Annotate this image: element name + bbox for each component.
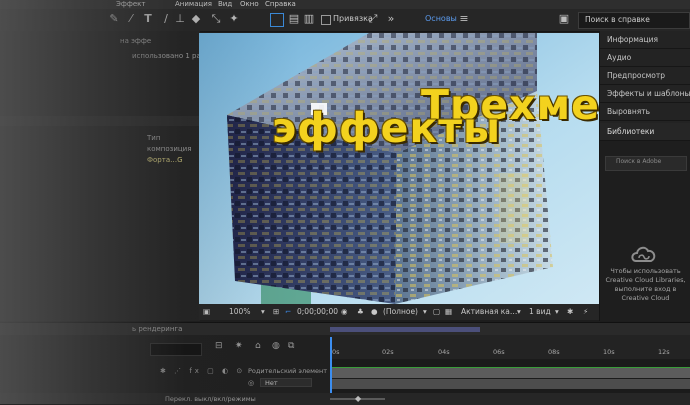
timeline-panel: ь рендеринга ⊟ ✷ ⌂ ◍ ⧉ ✱ ⋰ fx ▢ ◐ ⊙ Роди…: [0, 322, 690, 405]
tick-label: 02s: [382, 348, 394, 356]
workspace-menu-icon[interactable]: ≡: [458, 13, 470, 25]
minimize-icon[interactable]: ⊟: [215, 341, 223, 351]
layer-duration-bar[interactable]: [330, 367, 690, 378]
grid-icon[interactable]: ⊞: [273, 307, 279, 316]
tick-label: 12s: [658, 348, 670, 356]
toolbar: ✎ ⁄ T ∕ ⊥ ◆ ⤡ ✦ ▤ ▥ Привязка ⤢ » Основы …: [0, 9, 690, 32]
expand-icon[interactable]: »: [385, 13, 397, 25]
show-snapshot-icon[interactable]: ♣: [357, 307, 364, 316]
parent-pickwhip-icon[interactable]: ◎: [248, 379, 254, 387]
parent-dropdown-value: Нет: [265, 379, 278, 387]
axis-world-icon[interactable]: ▤: [288, 13, 300, 25]
views-chevron-icon[interactable]: ▾: [555, 307, 559, 316]
timecode-display[interactable]: 0;00;00;00: [297, 307, 338, 316]
layer-switches[interactable]: ✱ ⋰ fx ▢ ◐ ⊙: [160, 367, 245, 375]
tick-label: 04s: [438, 348, 450, 356]
zoom-dropdown[interactable]: 100%: [229, 307, 250, 316]
clone-stamp-icon[interactable]: ⊥: [174, 13, 186, 25]
help-search-placeholder: Поиск в справке: [585, 15, 650, 24]
tick-label: 10s: [603, 348, 615, 356]
brush-tool-icon[interactable]: ⁄: [125, 13, 137, 25]
right-panels: Информация Аудио Предпросмотр Эффекты и …: [599, 31, 690, 321]
zoom-slider-thumb-icon[interactable]: ◆: [355, 393, 361, 405]
cube-render-image: [199, 33, 599, 304]
puppet-pin-icon[interactable]: ✦: [228, 13, 240, 25]
type-column-header: Тип: [147, 134, 161, 142]
reset-exposure-icon[interactable]: ✱: [567, 307, 573, 316]
menu-item-animation[interactable]: Анимация: [175, 0, 212, 9]
workspace-essentials[interactable]: Основы: [425, 14, 457, 23]
resolution-dropdown[interactable]: (Полное): [383, 307, 418, 316]
camera-dropdown[interactable]: Активная ка…: [461, 307, 517, 316]
timeline-footer: Перекл. выкл/вкл/режимы ◆: [0, 393, 690, 405]
frame-blend-icon[interactable]: ⌂: [255, 341, 261, 351]
eraser-icon[interactable]: ◆: [190, 13, 202, 25]
render-queue-tab[interactable]: ь рендеринга: [132, 323, 182, 335]
effect-controls-tab[interactable]: на эффе: [120, 37, 151, 45]
menu-item-view[interactable]: Вид: [218, 0, 232, 9]
brush-icon[interactable]: ∕: [160, 13, 172, 25]
roi-icon[interactable]: ▢: [433, 307, 440, 316]
viewer-footer: ▣ 100% ▾ ⊞ ⌐ 0;00;00;00 ◉ ♣ ● (Полное) ▾…: [199, 304, 599, 320]
shy-icon[interactable]: ✷: [235, 341, 243, 351]
graph-editor-icon[interactable]: ⧉: [288, 341, 294, 351]
libraries-body: Поиск в Adobe Чтобы использовать Creativ…: [600, 141, 690, 321]
menu-item-window[interactable]: Окно: [240, 0, 259, 9]
toggle-switches-modes[interactable]: Перекл. выкл/вкл/режимы: [165, 393, 256, 405]
timeline-search-input[interactable]: [150, 343, 202, 356]
layer-duration-bar[interactable]: [330, 379, 690, 389]
snapshot-icon[interactable]: ◉: [341, 307, 348, 316]
project-search-bar[interactable]: [0, 116, 199, 126]
project-row-composition[interactable]: композиция: [147, 145, 191, 153]
color-channel-icon[interactable]: ●: [371, 307, 378, 316]
views-dropdown[interactable]: 1 вид: [529, 307, 551, 316]
text-tool-icon[interactable]: T: [142, 13, 154, 25]
help-search-input[interactable]: Поиск в справке: [578, 12, 690, 29]
panel-libraries[interactable]: Библиотеки: [600, 123, 690, 141]
title-line-2: эффекты: [272, 104, 502, 152]
libraries-search-placeholder: Поиск в Adobe: [616, 158, 662, 165]
menu-item-effect[interactable]: Эффект: [116, 0, 145, 9]
axis-local-icon[interactable]: [270, 13, 284, 27]
panel-preview[interactable]: Предпросмотр: [600, 67, 690, 85]
panel-audio[interactable]: Аудио: [600, 49, 690, 67]
transparency-grid-icon[interactable]: ▦: [445, 307, 452, 316]
used-count: использовано 1 раз: [132, 52, 205, 60]
tick-label: 08s: [548, 348, 560, 356]
sync-settings-icon[interactable]: ▣: [556, 13, 572, 25]
snap-checkbox[interactable]: [321, 15, 331, 25]
tick-label: 0s: [332, 348, 340, 356]
axis-view-icon[interactable]: ▥: [303, 13, 315, 25]
always-preview-icon[interactable]: ▣: [203, 307, 210, 316]
panel-align[interactable]: Выровнять: [600, 103, 690, 121]
panel-info[interactable]: Информация: [600, 31, 690, 49]
libraries-search-input[interactable]: Поиск в Adobe: [605, 156, 687, 171]
snap-options-icon[interactable]: ⤢: [367, 13, 379, 25]
mask-icon[interactable]: ⌐: [285, 307, 291, 316]
resolution-chevron-icon[interactable]: ▾: [423, 307, 427, 316]
parent-column-header: Родительский элемент: [248, 367, 328, 375]
menu-item-help[interactable]: Справка: [265, 0, 296, 9]
motion-blur-icon[interactable]: ◍: [272, 341, 280, 351]
fast-preview-icon[interactable]: ⚡: [583, 307, 588, 316]
composition-viewer[interactable]: Трехмерные: [199, 33, 599, 304]
camera-chevron-icon[interactable]: ▾: [517, 307, 521, 316]
project-panel: на эффе использовано 1 раз Тип композици…: [0, 31, 205, 321]
time-ruler[interactable]: 0s 02s 04s 06s 08s 10s 12s: [330, 335, 690, 359]
project-row-footage[interactable]: Форта…G: [147, 156, 183, 164]
menu-bar: Эффект Анимация Вид Окно Справка: [0, 0, 690, 9]
panel-effects-presets[interactable]: Эффекты и шаблоны: [600, 85, 690, 103]
zoom-chevron-icon[interactable]: ▾: [261, 307, 265, 316]
cc-signin-message: Чтобы использовать Creative Cloud Librar…: [605, 267, 686, 302]
pen-tool-icon[interactable]: ✎: [108, 13, 120, 25]
roto-brush-icon[interactable]: ⤡: [210, 13, 222, 25]
parent-dropdown[interactable]: Нет: [260, 378, 312, 387]
tick-label: 06s: [493, 348, 505, 356]
creative-cloud-icon: [631, 246, 656, 262]
work-area-bar[interactable]: [330, 327, 480, 332]
